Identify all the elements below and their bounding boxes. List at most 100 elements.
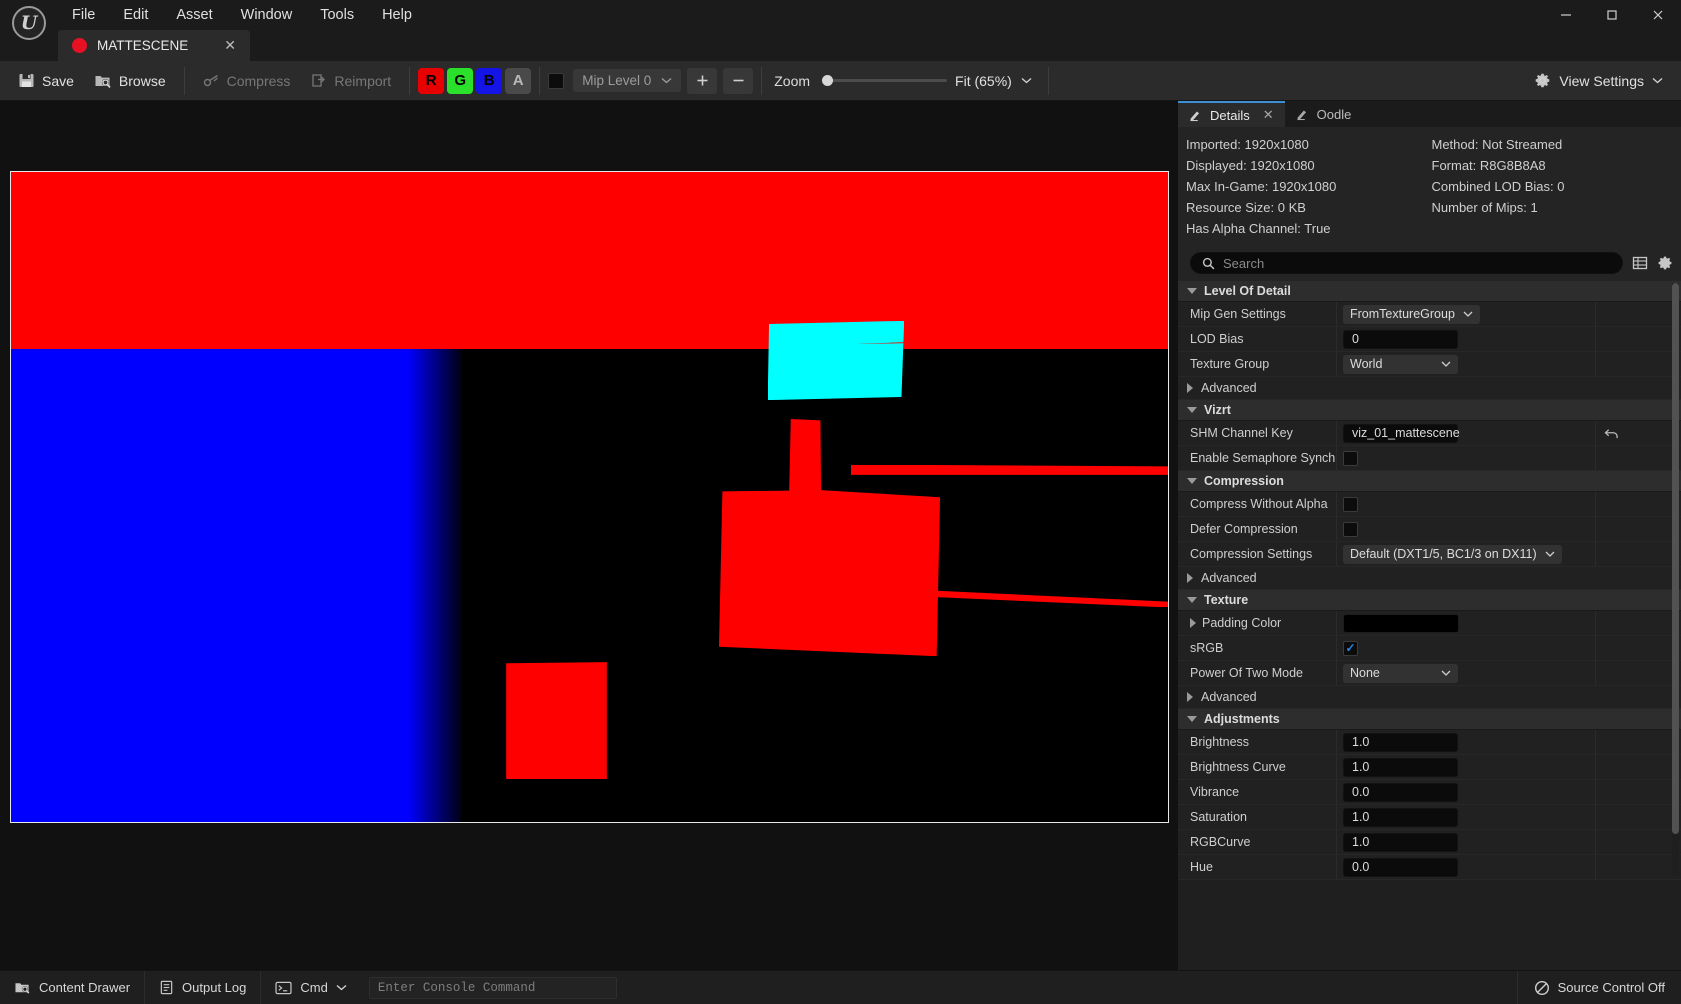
chevron-down-icon [1187,716,1197,722]
chevron-right-icon[interactable] [1190,618,1196,628]
maximize-button[interactable] [1589,0,1635,30]
srgb-checkbox[interactable]: ✓ [1343,641,1358,656]
hue-input[interactable]: 0.0 [1343,858,1458,877]
zoom-fit-dropdown[interactable]: Fit (65%) [947,69,1040,93]
rgbcurve-input[interactable]: 1.0 [1343,833,1458,852]
output-log-label: Output Log [182,980,246,995]
content-drawer-button[interactable]: Content Drawer [0,971,145,1004]
texture-preview-canvas[interactable] [10,171,1169,823]
search-input[interactable] [1223,256,1611,271]
brightness-curve-input[interactable]: 1.0 [1343,758,1458,777]
advanced-expander-level-of-detail[interactable]: Advanced [1178,377,1681,400]
console-command-field[interactable] [369,977,617,999]
padding-color-swatch[interactable] [1343,614,1459,633]
property-list[interactable]: Level Of Detail Mip Gen Settings FromTex… [1178,281,1681,970]
property-row-srgb[interactable]: sRGB ✓ [1178,636,1681,661]
view-settings-button[interactable]: View Settings [1524,67,1673,94]
channel-toggle-alpha[interactable]: A [505,68,531,94]
minimize-button[interactable] [1543,0,1589,30]
gear-icon[interactable] [1657,255,1673,271]
section-header-level-of-detail[interactable]: Level Of Detail [1178,281,1681,302]
mip-level-checkbox[interactable] [548,73,564,89]
property-list-scrollbar-thumb[interactable] [1672,283,1679,834]
section-header-vizrt[interactable]: Vizrt [1178,400,1681,421]
close-button[interactable] [1635,0,1681,30]
property-row-vibrance[interactable]: Vibrance 0.0 [1178,780,1681,805]
source-control-button[interactable]: Source Control Off [1518,971,1681,1004]
chevron-down-icon [1187,407,1197,413]
compress-button[interactable]: Compress [193,67,301,94]
zoom-slider-thumb[interactable] [822,75,833,86]
property-row-compression-settings[interactable]: Compression Settings Default (DXT1/5, BC… [1178,542,1681,567]
zoom-slider[interactable] [822,72,947,90]
browse-button[interactable]: Browse [84,67,176,94]
channel-label: A [513,72,524,89]
unreal-logo[interactable]: U [0,0,58,30]
property-row-defer-compression[interactable]: Defer Compression [1178,517,1681,542]
property-row-padding-color[interactable]: Padding Color [1178,611,1681,636]
channel-toggle-red[interactable]: R [418,68,444,94]
texture-shape-blue-block [11,349,462,822]
property-value [1336,492,1595,516]
menu-item-asset[interactable]: Asset [162,1,226,29]
property-row-shm-channel-key[interactable]: SHM Channel Key viz_01_mattescene [1178,421,1681,446]
brightness-input[interactable]: 1.0 [1343,733,1458,752]
save-button[interactable]: Save [8,67,84,94]
property-row-lod-bias[interactable]: LOD Bias 0 [1178,327,1681,352]
section-header-compression[interactable]: Compression [1178,471,1681,492]
mip-gen-settings-dropdown[interactable]: FromTextureGroup [1343,305,1480,324]
saturation-input[interactable]: 1.0 [1343,808,1458,827]
property-row-brightness[interactable]: Brightness 1.0 [1178,730,1681,755]
menu-item-help[interactable]: Help [368,1,426,29]
compress-without-alpha-checkbox[interactable] [1343,497,1358,512]
mip-increase-button[interactable] [687,68,717,94]
asset-tab-mattescene[interactable]: MATTESCENE ✕ [58,30,250,61]
property-row-mip-gen-settings[interactable]: Mip Gen Settings FromTextureGroup [1178,302,1681,327]
mip-level-dropdown[interactable]: Mip Level 0 [573,69,681,92]
menu-item-edit[interactable]: Edit [109,1,162,29]
property-row-hue[interactable]: Hue 0.0 [1178,855,1681,880]
advanced-label: Advanced [1201,690,1257,704]
enable-semaphore-synch-checkbox[interactable] [1343,451,1358,466]
channel-toggle-green[interactable]: G [447,68,473,94]
property-extra [1595,327,1681,351]
channel-toggle-blue[interactable]: B [476,68,502,94]
menu-item-file[interactable]: File [58,1,109,29]
shm-channel-key-input[interactable]: viz_01_mattescene [1343,424,1458,443]
console-command-input[interactable] [378,981,608,995]
vibrance-input[interactable]: 0.0 [1343,783,1458,802]
compression-settings-dropdown[interactable]: Default (DXT1/5, BC1/3 on DX11) [1343,545,1562,564]
advanced-expander-compression[interactable]: Advanced [1178,567,1681,590]
defer-compression-checkbox[interactable] [1343,522,1358,537]
reimport-button[interactable]: Reimport [300,67,401,94]
property-value: None [1336,661,1595,685]
tab-details-close-icon[interactable]: ✕ [1263,107,1274,123]
property-row-enable-semaphore-synch[interactable]: Enable Semaphore Synch… [1178,446,1681,471]
property-row-saturation[interactable]: Saturation 1.0 [1178,805,1681,830]
asset-tab-close-icon[interactable]: ✕ [220,37,240,54]
property-row-compress-without-alpha[interactable]: Compress Without Alpha [1178,492,1681,517]
output-log-button[interactable]: Output Log [145,971,261,1004]
section-header-adjustments[interactable]: Adjustments [1178,709,1681,730]
grid-view-icon[interactable] [1632,255,1648,271]
dropdown-value: Default (DXT1/5, BC1/3 on DX11) [1350,547,1537,561]
search-input-wrapper[interactable] [1190,252,1623,274]
texture-viewport[interactable] [0,101,1178,970]
menu-item-window[interactable]: Window [227,1,307,29]
property-list-scrollbar[interactable] [1672,283,1679,876]
property-row-brightness-curve[interactable]: Brightness Curve 1.0 [1178,755,1681,780]
section-header-texture[interactable]: Texture [1178,590,1681,611]
property-row-texture-group[interactable]: Texture Group World [1178,352,1681,377]
advanced-expander-texture[interactable]: Advanced [1178,686,1681,709]
tab-oodle[interactable]: Oodle [1285,101,1363,127]
revert-arrow-icon[interactable] [1604,427,1619,440]
property-row-power-of-two-mode[interactable]: Power Of Two Mode None [1178,661,1681,686]
cmd-dropdown-button[interactable]: Cmd [261,971,360,1004]
menu-item-tools[interactable]: Tools [306,1,368,29]
lod-bias-input[interactable]: 0 [1343,330,1458,349]
tab-details[interactable]: Details ✕ [1178,101,1285,127]
mip-decrease-button[interactable] [723,68,753,94]
property-row-rgbcurve[interactable]: RGBCurve 1.0 [1178,830,1681,855]
texture-group-dropdown[interactable]: World [1343,355,1458,374]
power-of-two-mode-dropdown[interactable]: None [1343,664,1458,683]
